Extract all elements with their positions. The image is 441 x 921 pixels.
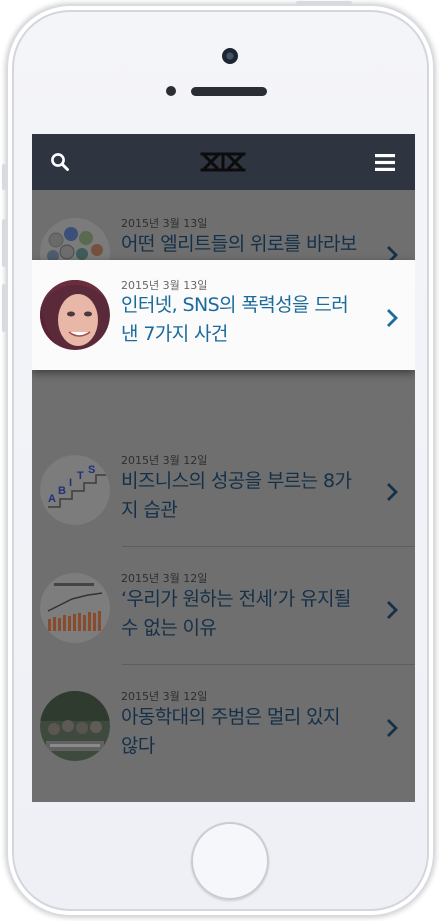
- logo-icon[interactable]: [200, 151, 246, 173]
- bar-chart-thumbnail: [40, 573, 110, 643]
- crowd-photo-thumbnail: [40, 691, 110, 761]
- top-bar: [32, 134, 415, 190]
- article-title[interactable]: ‘우리가 원하는 전세’가 유지될 수 없는 이유: [121, 585, 361, 643]
- chevron-right-icon[interactable]: [385, 717, 399, 739]
- proximity-sensor: [166, 86, 176, 96]
- article-date: 2015년 3월 12일: [121, 572, 208, 585]
- mute-switch: [2, 164, 6, 190]
- list-item-selected[interactable]: 2015년 3월 13일 인터넷, SNS의 폭력성을 드러낸 7가지 사건: [32, 260, 415, 370]
- article-date: 2015년 3월 13일: [121, 217, 208, 230]
- article-title[interactable]: 아동학대의 주범은 멀리 있지 않다: [121, 703, 361, 761]
- svg-text:B: B: [58, 485, 66, 497]
- hamburger-menu-icon[interactable]: [375, 154, 395, 171]
- list-item[interactable]: 2015년 3월 12일 ‘우리가 원하는 전세’가 유지될 수 없는 이유: [32, 547, 415, 665]
- volume-down-button: [2, 284, 6, 332]
- article-title[interactable]: 인터넷, SNS의 폭력성을 드러낸 7가지 사건: [121, 291, 361, 349]
- front-camera: [222, 48, 238, 64]
- svg-text:I: I: [69, 477, 72, 489]
- home-button[interactable]: [191, 822, 269, 900]
- app-screen: 2015년 3월 13일 어떤 엘리트들의 위로를 바라보며 A B I T S: [32, 134, 415, 802]
- chevron-right-icon[interactable]: [385, 307, 399, 329]
- chevron-right-icon[interactable]: [385, 599, 399, 621]
- power-button: [296, 1, 352, 5]
- article-title[interactable]: 비즈니스의 성공을 부르는 8가지 습관: [121, 467, 361, 525]
- volume-up-button: [2, 219, 6, 267]
- svg-text:T: T: [77, 470, 84, 482]
- article-date: 2015년 3월 12일: [121, 454, 208, 467]
- stairs-thumbnail: A B I T S: [40, 455, 110, 525]
- list-item[interactable]: A B I T S 2015년 3월 12일 비즈니스의 성공을 부르는 8가지…: [32, 429, 415, 547]
- search-icon[interactable]: [50, 152, 70, 172]
- earpiece-speaker: [191, 87, 267, 96]
- list-item[interactable]: 2015년 3월 12일 아동학대의 주범은 멀리 있지 않다: [32, 665, 415, 783]
- svg-text:S: S: [88, 464, 95, 476]
- article-date: 2015년 3월 12일: [121, 690, 208, 703]
- chevron-right-icon[interactable]: [385, 481, 399, 503]
- face-thumbnail: [40, 280, 110, 350]
- svg-text:A: A: [48, 493, 56, 505]
